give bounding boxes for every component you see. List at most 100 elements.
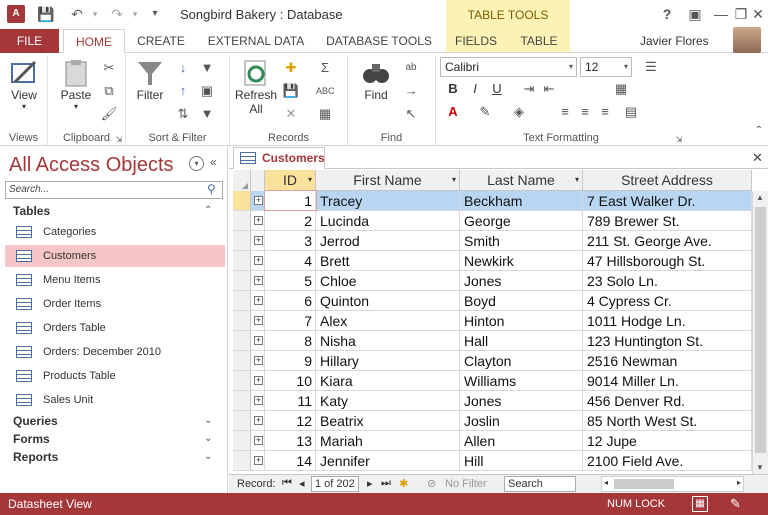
tab-database-tools[interactable]: DATABASE TOOLS	[320, 29, 438, 54]
no-filter-icon[interactable]: ⊘	[427, 477, 436, 490]
table-row[interactable]: +8 Nisha Hall 123 Huntington St.	[233, 331, 752, 351]
record-selector[interactable]	[233, 191, 251, 210]
refresh-all-button[interactable]: Refresh All	[234, 58, 278, 116]
record-search-input[interactable]: Search	[504, 476, 576, 492]
column-header-last-name[interactable]: Last Name ▾	[460, 170, 583, 191]
expand-subdatasheet-icon[interactable]: +	[254, 196, 263, 205]
cell-id[interactable]: 8	[265, 331, 316, 350]
cut-icon[interactable]: ✂	[100, 59, 118, 77]
record-selector[interactable]	[233, 371, 251, 390]
table-row[interactable]: +11 Katy Jones 456 Denver Rd.	[233, 391, 752, 411]
cell-first-name[interactable]: Lucinda	[316, 211, 460, 230]
cell-street-address[interactable]: 211 St. George Ave.	[583, 231, 752, 250]
column-dropdown-icon[interactable]: ▾	[308, 170, 312, 190]
cell-street-address[interactable]: 2516 Newman	[583, 351, 752, 370]
tab-fields[interactable]: FIELDS	[450, 29, 502, 54]
cell-street-address[interactable]: 85 North West St.	[583, 411, 752, 430]
align-right-icon[interactable]: ≡	[596, 103, 614, 121]
previous-record-icon[interactable]: ◂	[299, 477, 305, 490]
tab-external-data[interactable]: EXTERNAL DATA	[200, 29, 312, 54]
tab-home[interactable]: HOME	[63, 29, 125, 54]
table-row[interactable]: +1 Tracey Beckham 7 East Walker Dr.	[233, 190, 752, 211]
nav-section-queries[interactable]: Queries	[13, 414, 58, 428]
cell-last-name[interactable]: Newkirk	[460, 251, 583, 270]
cell-last-name[interactable]: Hall	[460, 331, 583, 350]
expand-subdatasheet-icon[interactable]: +	[254, 316, 263, 325]
nav-section-tables[interactable]: Tables	[13, 204, 50, 218]
cell-id[interactable]: 9	[265, 351, 316, 370]
shutter-bar-icon[interactable]: «	[210, 155, 217, 169]
cell-last-name[interactable]: Clayton	[460, 351, 583, 370]
tab-table[interactable]: TABLE	[512, 29, 566, 54]
cell-id[interactable]: 2	[265, 211, 316, 230]
access-app-icon[interactable]: A	[7, 5, 25, 23]
scroll-down-icon[interactable]: ▼	[756, 463, 764, 472]
find-button[interactable]: Find	[356, 58, 396, 102]
table-row[interactable]: +3 Jerrod Smith 211 St. George Ave.	[233, 231, 752, 251]
collapse-ribbon-icon[interactable]: ⌃	[750, 122, 768, 140]
cell-first-name[interactable]: Brett	[316, 251, 460, 270]
cell-last-name[interactable]: Hill	[460, 451, 583, 470]
advanced-filter-icon[interactable]: ▣	[198, 82, 216, 100]
cell-first-name[interactable]: Alex	[316, 311, 460, 330]
expand-subdatasheet-icon[interactable]: +	[254, 376, 263, 385]
font-name-select[interactable]: Calibri ▾	[440, 57, 577, 77]
table-row[interactable]: +2 Lucinda George 789 Brewer St.	[233, 211, 752, 231]
next-record-icon[interactable]: ▸	[367, 477, 373, 490]
nav-item-menu-items[interactable]: Menu Items	[5, 269, 225, 291]
nav-item-customers[interactable]: Customers	[5, 245, 225, 267]
cell-id[interactable]: 7	[265, 311, 316, 330]
paste-dropdown-icon[interactable]: ▾	[56, 102, 96, 111]
undo-dropdown-icon[interactable]: ▾	[84, 4, 106, 24]
sort-descending-icon[interactable]: ↑	[174, 82, 192, 100]
record-selector[interactable]	[233, 411, 251, 430]
bold-icon[interactable]: B	[444, 80, 462, 98]
cell-street-address[interactable]: 47 Hillsborough St.	[583, 251, 752, 270]
font-size-select[interactable]: 12 ▾	[580, 57, 632, 77]
cell-street-address[interactable]: 23 Solo Ln.	[583, 271, 752, 290]
close-button[interactable]: ✕	[744, 2, 768, 26]
cell-first-name[interactable]: Chloe	[316, 271, 460, 290]
record-selector[interactable]	[233, 351, 251, 370]
no-filter-label[interactable]: No Filter	[445, 478, 487, 490]
user-name[interactable]: Javier Flores	[640, 29, 709, 53]
cell-street-address[interactable]: 7 East Walker Dr.	[583, 191, 752, 210]
help-button[interactable]: ?	[653, 2, 681, 26]
cell-last-name[interactable]: George	[460, 211, 583, 230]
column-dropdown-icon[interactable]: ▾	[575, 170, 579, 190]
filter-button[interactable]: Filter	[132, 58, 168, 102]
cell-last-name[interactable]: Hinton	[460, 311, 583, 330]
table-row[interactable]: +5 Chloe Jones 23 Solo Ln.	[233, 271, 752, 291]
expand-forms-icon[interactable]: ⌄	[204, 433, 212, 444]
expand-subdatasheet-icon[interactable]: +	[254, 396, 263, 405]
record-selector[interactable]	[233, 271, 251, 290]
more-records-icon[interactable]: ▦	[316, 105, 334, 123]
nav-item-order-items[interactable]: Order Items	[5, 293, 225, 315]
cell-id[interactable]: 5	[265, 271, 316, 290]
new-record-icon[interactable]: ✚	[282, 59, 300, 77]
cell-first-name[interactable]: Jerrod	[316, 231, 460, 250]
record-position-input[interactable]: 1 of 202	[311, 476, 359, 492]
cell-first-name[interactable]: Kiara	[316, 371, 460, 390]
scroll-right-icon[interactable]: ▸	[737, 478, 741, 487]
cell-last-name[interactable]: Joslin	[460, 411, 583, 430]
cell-id[interactable]: 1	[264, 190, 317, 211]
expand-reports-icon[interactable]: ⌄	[204, 451, 212, 462]
cell-first-name[interactable]: Quinton	[316, 291, 460, 310]
highlight-icon[interactable]: ✎	[476, 103, 494, 121]
cell-last-name[interactable]: Williams	[460, 371, 583, 390]
first-record-icon[interactable]: ⏮	[282, 477, 292, 490]
view-dropdown-icon[interactable]: ▾	[4, 102, 44, 111]
horizontal-scroll-thumb[interactable]	[614, 479, 674, 489]
table-row[interactable]: +4 Brett Newkirk 47 Hillsborough St.	[233, 251, 752, 271]
search-icon[interactable]: ⚲	[207, 182, 216, 196]
redo-dropdown-icon[interactable]: ▾	[124, 4, 146, 24]
expand-subdatasheet-icon[interactable]: +	[254, 336, 263, 345]
spelling-icon[interactable]: ABC	[316, 82, 335, 100]
cell-first-name[interactable]: Katy	[316, 391, 460, 410]
size-dropdown-icon[interactable]: ▾	[624, 58, 628, 76]
expand-subdatasheet-icon[interactable]: +	[254, 256, 263, 265]
record-selector[interactable]	[233, 211, 251, 230]
datasheet-view-icon[interactable]: ▦	[692, 496, 708, 512]
cell-last-name[interactable]: Allen	[460, 431, 583, 450]
